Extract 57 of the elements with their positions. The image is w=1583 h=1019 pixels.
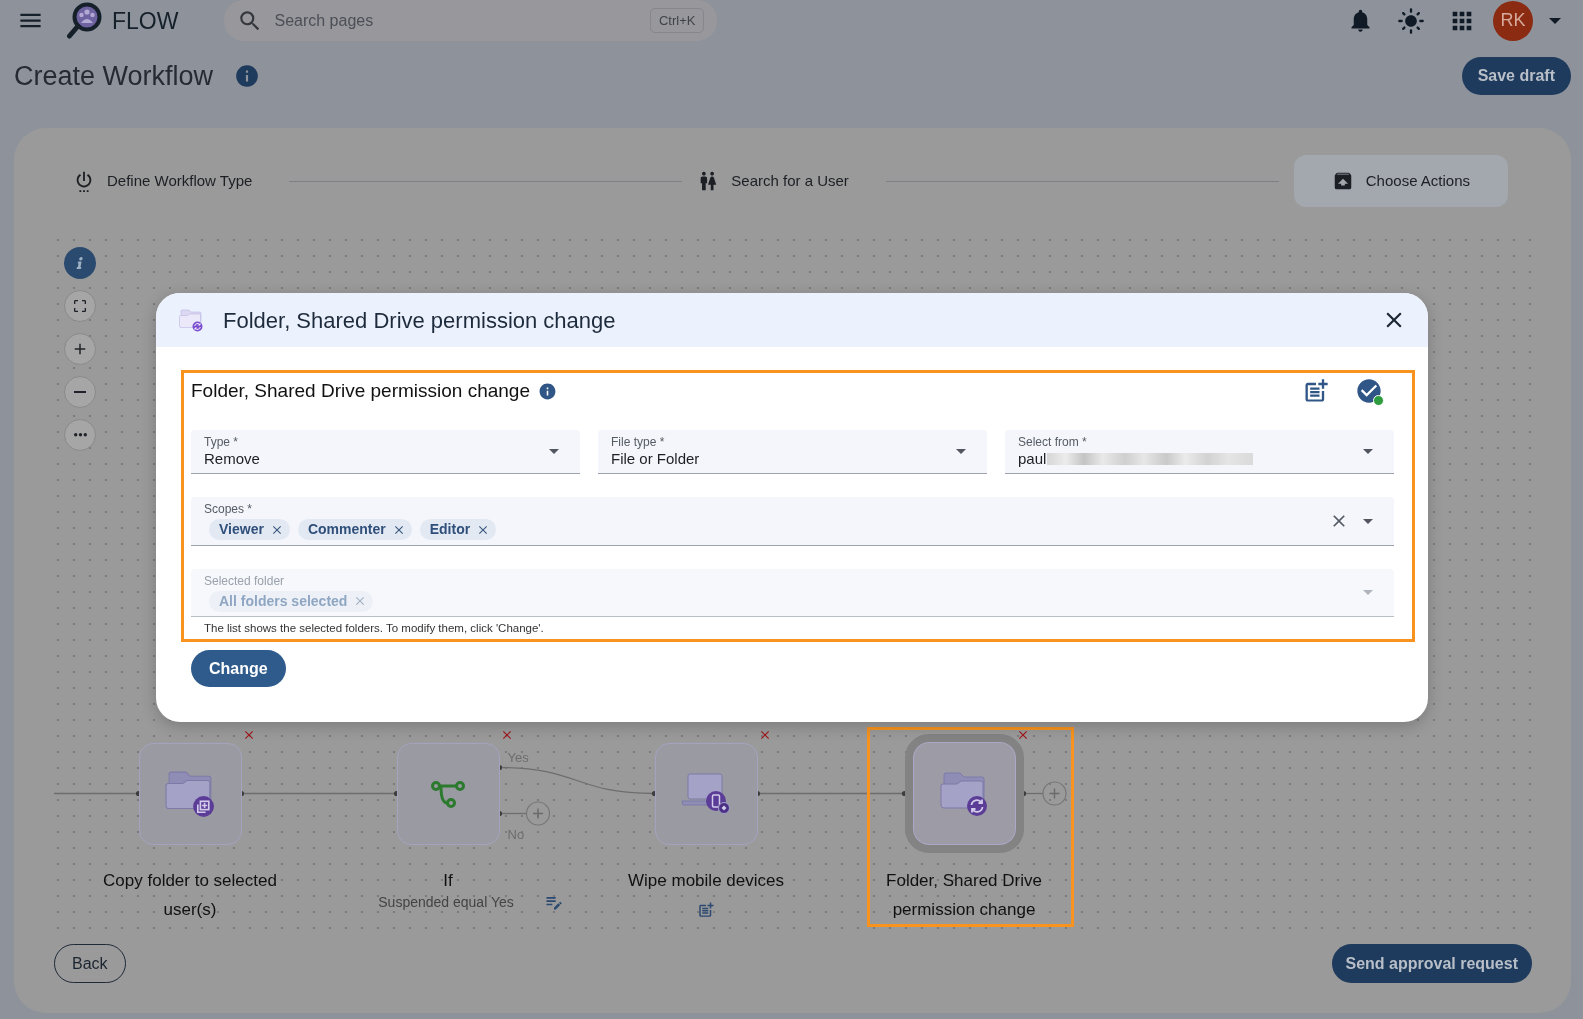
laptop-phone-icon — [681, 771, 731, 816]
zoom-out-button[interactable] — [64, 376, 96, 408]
step-tab[interactable]: Search for a User — [697, 155, 849, 207]
dropdown-field[interactable]: Select from * paul — [1005, 430, 1394, 474]
minus-icon — [74, 391, 86, 393]
dropdown-field[interactable]: File type * File or Folder — [598, 430, 987, 474]
caret-icon[interactable] — [1549, 17, 1561, 24]
caret-icon — [1363, 518, 1373, 524]
node-label: Copy folder to selected user(s) — [102, 870, 278, 921]
zoom-in-button[interactable] — [64, 333, 96, 365]
shortcut-key: Ctrl+K — [649, 8, 705, 33]
tag-chip[interactable]: Commenter — [297, 519, 412, 540]
fullscreen-icon — [72, 298, 88, 314]
sun-icon[interactable] — [1397, 6, 1425, 35]
dropdown-field[interactable]: Type * Remove — [191, 430, 580, 474]
caret-icon — [1363, 590, 1373, 595]
caret-icon — [956, 449, 966, 454]
node-label: Wipe mobile devices — [628, 870, 784, 892]
step-tab[interactable]: Define Workflow Type — [73, 155, 253, 207]
scopes-field[interactable]: Scopes * Viewer Commenter Editor — [191, 497, 1394, 546]
branch-icon — [431, 779, 465, 808]
check-status-icon — [1355, 377, 1383, 405]
folder-field: Selected folder All folders selected — [191, 569, 1394, 617]
magnifier-logo-icon[interactable] — [66, 1, 102, 40]
more-icon — [73, 433, 87, 437]
node-condition: Suspended equal Yes — [378, 893, 514, 912]
dialog-title: Folder, Shared Drive permission change — [223, 306, 616, 335]
user-avatar[interactable]: RK — [1493, 0, 1533, 41]
node-label: Folder, Shared Drive permission change — [885, 870, 1043, 921]
change-button[interactable]: Change — [191, 650, 286, 687]
tag-chip[interactable]: Editor — [419, 519, 497, 540]
search-bar[interactable]: Search pages Ctrl+K — [224, 0, 718, 41]
plus-icon — [532, 807, 544, 820]
step-tab[interactable]: Choose Actions — [1293, 155, 1508, 207]
page-title: Create Workflow — [14, 60, 214, 92]
save-draft-button[interactable]: Save draft — [1461, 57, 1571, 95]
info-button[interactable] — [64, 247, 96, 279]
caret-icon — [1363, 449, 1373, 454]
folder-copy-icon — [165, 769, 215, 818]
info-icon[interactable] — [234, 63, 261, 89]
fit-view-button[interactable] — [64, 290, 96, 322]
helper-text: The list shows the selected folders. To modify them, click 'Change'. — [203, 621, 545, 635]
search-input[interactable]: Search pages — [274, 7, 650, 34]
node-card[interactable] — [904, 734, 1024, 853]
tag-chip[interactable]: Viewer — [209, 519, 290, 540]
caret-icon — [549, 449, 559, 454]
tag-chip: All folders selected — [209, 590, 374, 612]
node-label: If — [443, 870, 453, 892]
info-icon[interactable] — [538, 381, 557, 401]
more-button[interactable] — [64, 419, 96, 451]
add-note-icon[interactable] — [697, 901, 715, 919]
plus-icon — [1048, 787, 1061, 800]
folder-sync-icon — [940, 770, 988, 817]
folder-sync-icon — [179, 308, 203, 332]
section-title: Folder, Shared Drive permission change — [191, 378, 530, 403]
send-approval-button[interactable]: Send approval request — [1331, 944, 1532, 983]
brand-name: FLOW — [112, 6, 179, 35]
